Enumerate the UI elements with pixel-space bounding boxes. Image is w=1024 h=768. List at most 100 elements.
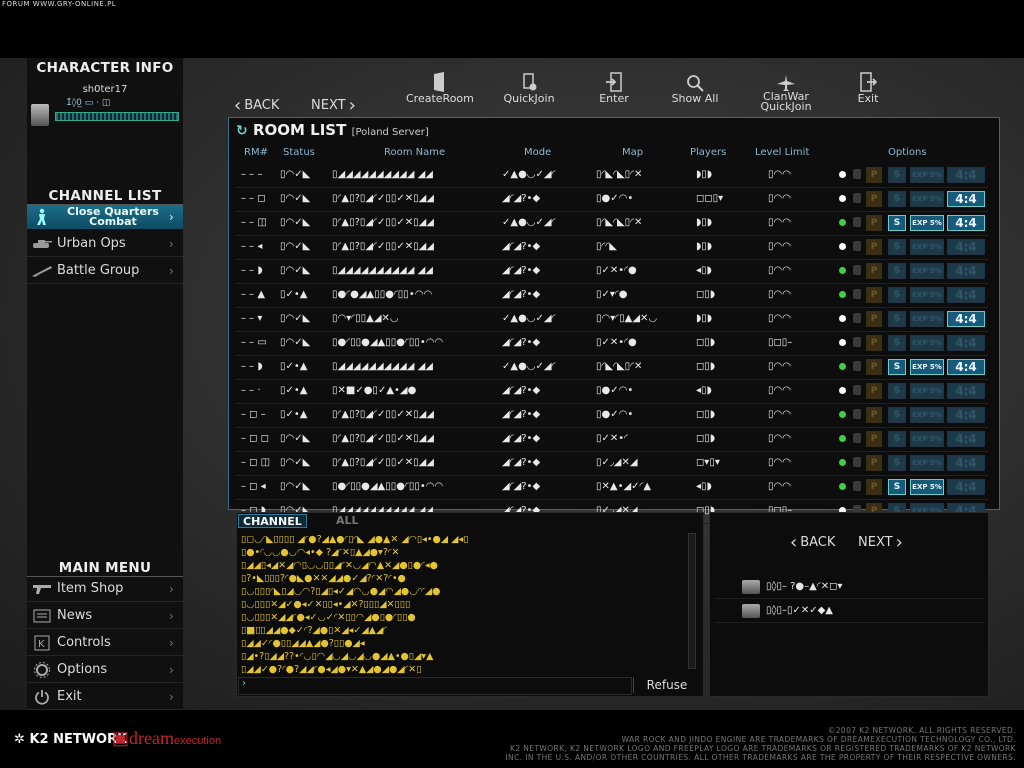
channel-item-battle-group[interactable]: Battle Group › bbox=[27, 258, 183, 284]
room-level: ▯◠◠ bbox=[768, 289, 791, 300]
tab-channel[interactable]: CHANNEL bbox=[238, 514, 307, 528]
chevron-right-icon: › bbox=[348, 95, 356, 116]
chevron-right-icon: › bbox=[169, 210, 174, 224]
back-label: BACK bbox=[244, 98, 280, 113]
magnifier-icon bbox=[668, 68, 722, 92]
menu-item-item-shop[interactable]: Item Shop › bbox=[27, 576, 183, 602]
room-status: ▯✓•▲ bbox=[280, 409, 308, 420]
room-row[interactable]: – – ▾ ▯◠✓◣ ▯◠▾◜▯▯▲◢✕◡ ✓▲●◡✓◢◜ ▯◠▾◜▯▲◢✕◡ ◗▯◗ ▯◠… bbox=[236, 308, 988, 332]
enter-button[interactable]: Enter bbox=[592, 68, 636, 105]
option-s-badge: S bbox=[888, 167, 906, 183]
channel-item-close-quarters-combat[interactable]: Close Quarters Combat › bbox=[27, 205, 183, 229]
team-size-badge: 4:4 bbox=[947, 215, 985, 231]
room-rm: – ◻ – bbox=[241, 409, 266, 420]
col-players[interactable]: Players bbox=[690, 147, 726, 158]
col-rm[interactable]: RM# bbox=[244, 147, 268, 158]
legal-line: K2 NETWORK, K2 NETWORK LOGO AND FREEPLAY… bbox=[510, 744, 1016, 753]
room-row[interactable]: – ◻ ◫ ▯◠✓◣ ▯◜▲▯?▯◢◜✓▯▯✓✕▯◢◢ ◢◜◢?•◆ ▯✓◞◢✕◢ ◻▾▯… bbox=[236, 452, 988, 476]
create-room-button[interactable]: CreateRoom bbox=[406, 68, 474, 105]
quick-join-label: QuickJoin bbox=[503, 92, 555, 105]
rank-badge-icon bbox=[31, 104, 49, 126]
team-size-badge: 4:4 bbox=[947, 287, 985, 303]
room-row[interactable]: – ◻ ◻ ▯◠✓◣ ▯◜▲▯?▯◢◜✓▯▯✓✕▯◢◢ ◢◜◢?•◆ ▯✓✕•◜ ◻▯◗ ▯… bbox=[236, 428, 988, 452]
room-level: ▯◠◠ bbox=[768, 457, 791, 468]
legal-notice: ©2007 K2 NETWORK. ALL RIGHTS RESERVED. W… bbox=[420, 726, 1016, 762]
k2-network-logo: ✲ K2 NETWORK bbox=[14, 732, 127, 747]
menu-item-controls[interactable]: K Controls › bbox=[27, 630, 183, 656]
room-players: ◗▯◗ bbox=[696, 217, 713, 228]
chat-scrollbar[interactable] bbox=[688, 533, 696, 669]
room-state-dot bbox=[839, 483, 846, 490]
user-list-next-button[interactable]: NEXT › bbox=[858, 532, 903, 553]
channel-item-urban-ops[interactable]: Urban Ops › bbox=[27, 231, 183, 257]
tab-all[interactable]: ALL bbox=[332, 514, 363, 528]
col-status[interactable]: Status bbox=[283, 147, 315, 158]
enter-icon bbox=[592, 68, 636, 92]
user-list-item[interactable]: ▯◊▯–▯✓✕✓◆▲ bbox=[714, 599, 984, 623]
clanwar-quickjoin-button[interactable]: ClanWar QuickJoin bbox=[752, 68, 820, 112]
room-row[interactable]: – – · ▯✓•▲ ▯✕■✓●▯✓▲•◢● ◢◜◢?•◆ ▯●✓◠• ◂▯◗ ▯◠◠ P S E… bbox=[236, 380, 988, 404]
quick-join-button[interactable]: QuickJoin bbox=[499, 68, 559, 105]
room-status: ▯◠✓◣ bbox=[280, 241, 311, 252]
next-label: NEXT bbox=[311, 98, 346, 113]
option-s-badge: S bbox=[888, 311, 906, 327]
room-map: ▯✓✕•◜ bbox=[596, 433, 629, 444]
user-name: ▯◊▯–▯✓✕✓◆▲ bbox=[766, 605, 833, 616]
room-level: ▯◠◠ bbox=[768, 313, 791, 324]
room-players: ◻▯◗ bbox=[696, 409, 716, 420]
password-icon: P bbox=[866, 383, 882, 399]
user-list-item[interactable]: ▯◊▯– ?●–▲◜✕◻▾ bbox=[714, 575, 984, 599]
team-size-badge: 4:4 bbox=[947, 455, 985, 471]
col-room-name[interactable]: Room Name bbox=[384, 147, 445, 158]
room-level: ▯◠◠ bbox=[768, 265, 791, 276]
room-name: ▯◜▲▯?▯◢◜✓▯▯✓✕▯◢◢ bbox=[332, 433, 434, 444]
menu-item-news[interactable]: News › bbox=[27, 603, 183, 629]
menu-item-exit[interactable]: Exit › bbox=[27, 684, 183, 710]
room-players: ◂▯◗ bbox=[696, 385, 712, 396]
user-list-back-button[interactable]: ‹ BACK bbox=[790, 532, 835, 553]
room-mode: ✓▲●◡✓◢◜ bbox=[502, 169, 556, 180]
room-status: ▯◠✓◣ bbox=[280, 481, 311, 492]
room-status: ▯✓•▲ bbox=[280, 289, 308, 300]
room-name: ▯◜▲▯?▯◢◜✓▯▯✓✕▯◢◢ bbox=[332, 193, 434, 204]
refuse-button[interactable]: Refuse bbox=[633, 677, 700, 693]
room-rm: – – ◂ bbox=[241, 241, 263, 252]
back-button[interactable]: ‹ BACK bbox=[234, 95, 279, 116]
exp-bonus-badge: EXP 5% bbox=[910, 359, 944, 375]
menu-item-options[interactable]: Options › bbox=[27, 657, 183, 683]
room-row[interactable]: – ◻ ◂ ▯◠✓◣ ▯●◜▯▯●◢▲▯▯●◜▯▯•◠◠ ◢◜◢?•◆ ▯✕▲•◢✓◜▲… bbox=[236, 476, 988, 500]
room-mode: ◢◜◢?•◆ bbox=[502, 481, 541, 492]
room-state-dot bbox=[839, 387, 846, 394]
next-button[interactable]: NEXT › bbox=[311, 95, 356, 116]
room-row[interactable]: – – ◗ ▯✓•▲ ▯◢◢◢◢◢◢◢◢◢◢ ◢◢ ✓▲●◡✓◢◜ ▯◜◣◜◣▯◜✕ ◻▯… bbox=[236, 356, 988, 380]
col-options[interactable]: Options bbox=[888, 147, 927, 158]
room-row[interactable]: – – ◗ ▯◠✓◣ ▯◢◢◢◢◢◢◢◢◢◢ ◢◢ ◢◜◢?•◆ ▯✓✕•◜● ◂▯◗ ▯◠… bbox=[236, 260, 988, 284]
lock-icon bbox=[853, 337, 861, 347]
show-all-button[interactable]: Show All bbox=[668, 68, 722, 105]
room-row[interactable]: – ◻ – ▯✓•▲ ▯◜▲▯?▯◢◜✓▯▯✓✕▯◢◢ ◢◜◢?•◆ ▯●✓◠• ◻▯◗ ▯… bbox=[236, 404, 988, 428]
exit-button[interactable]: Exit bbox=[850, 68, 886, 105]
room-state-dot bbox=[839, 363, 846, 370]
refresh-icon[interactable]: ↻ bbox=[236, 123, 248, 139]
chat-input[interactable]: › bbox=[238, 677, 632, 695]
col-mode[interactable]: Mode bbox=[524, 147, 551, 158]
room-state-dot bbox=[839, 459, 846, 466]
exp-bonus-badge: EXP 5% bbox=[910, 287, 944, 303]
room-players: ◗▯◗ bbox=[696, 313, 713, 324]
room-row[interactable]: – – ◂ ▯◠✓◣ ▯◜▲▯?▯◢◜✓▯▯✓✕▯◢◢ ◢◜◢?•◆ ▯◜◜◣ ◗▯◗ ▯◠… bbox=[236, 236, 988, 260]
room-map: ▯◜◜◣ bbox=[596, 241, 617, 252]
room-row[interactable]: – – ◻ ▯◠✓◣ ▯◜▲▯?▯◢◜✓▯▯✓✕▯◢◢ ◢◜◢?•◆ ▯●✓◠• ◻◻▯▾… bbox=[236, 188, 988, 212]
option-s-badge: S bbox=[888, 287, 906, 303]
room-name: ▯◢◢◢◢◢◢◢◢◢◢ ◢◢ bbox=[332, 361, 433, 372]
room-row[interactable]: – – ◫ ▯◠✓◣ ▯◜▲▯?▯◢◜✓▯▯✓✕▯◢◢ ✓▲●◡✓◢◜ ▯◜◣◜◣▯◜✕… bbox=[236, 212, 988, 236]
room-name: ▯◜▲▯?▯◢◜✓▯▯✓✕▯◢◢ bbox=[332, 457, 434, 468]
room-row[interactable]: – – ▭ ▯◠✓◣ ▯●◜▯▯●◢▲▯▯●◜▯▯•◠◠ ◢◜◢?•◆ ▯✓✕•◜● ◻▯… bbox=[236, 332, 988, 356]
clanwar-quickjoin-label: QuickJoin bbox=[760, 100, 812, 113]
room-row[interactable]: – – – ▯◠✓◣ ▯◢◢◢◢◢◢◢◢◢◢ ◢◢ ✓▲●◡✓◢◜ ▯◜◣◜◣▯◜✕ ◗▯… bbox=[236, 164, 988, 188]
server-name: [Poland Server] bbox=[351, 127, 429, 138]
col-level-limit[interactable]: Level Limit bbox=[755, 147, 809, 158]
room-mode: ◢◜◢?•◆ bbox=[502, 193, 541, 204]
col-map[interactable]: Map bbox=[622, 147, 643, 158]
room-row[interactable]: – – ▲ ▯✓•▲ ▯●◜●◢▲▯▯●◜▯▯•◠◠ ◢◜◢?•◆ ▯✓▾◜● ◻▯◗ ▯◠… bbox=[236, 284, 988, 308]
team-size-badge: 4:4 bbox=[947, 167, 985, 183]
